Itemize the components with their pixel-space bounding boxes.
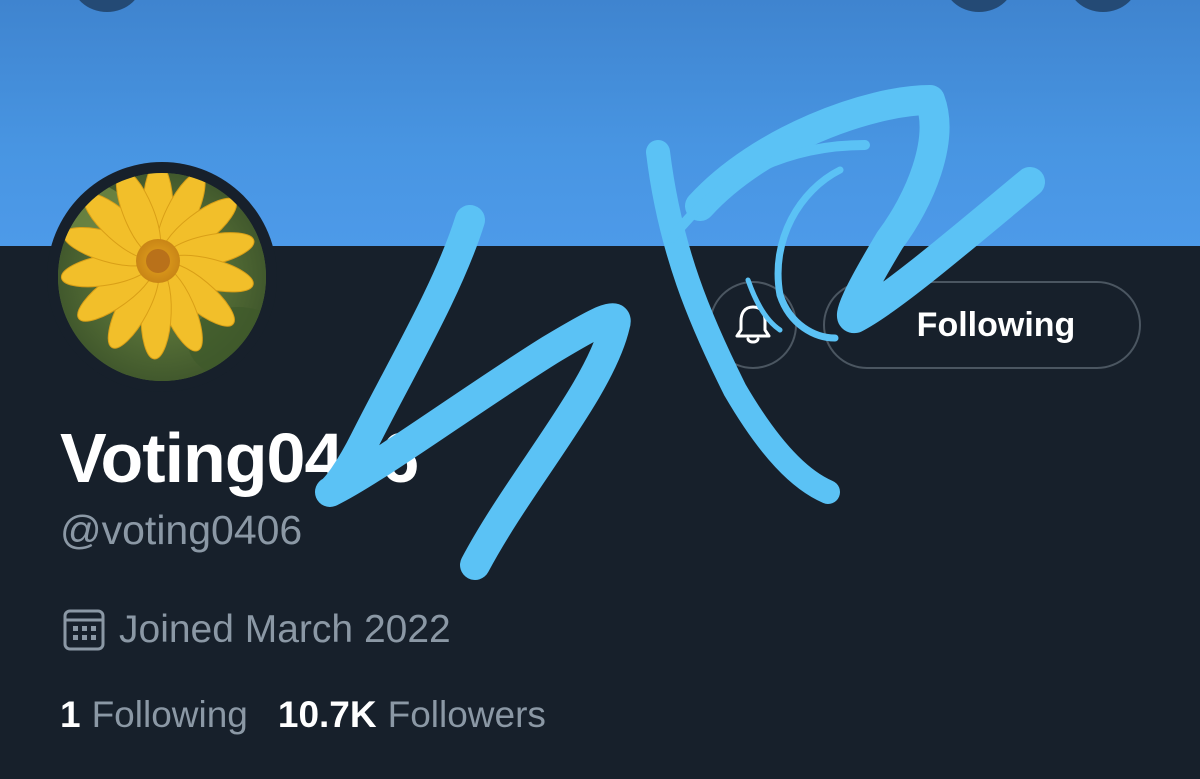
followers-label: Followers bbox=[387, 694, 546, 735]
notifications-button[interactable] bbox=[709, 281, 797, 369]
following-button[interactable]: Following bbox=[823, 281, 1141, 369]
calendar-icon bbox=[63, 609, 105, 651]
following-button-label: Following bbox=[916, 305, 1076, 344]
more-button[interactable] bbox=[1067, 0, 1139, 12]
bell-icon bbox=[735, 305, 771, 344]
display-name: Voting0406 bbox=[60, 419, 419, 497]
avatar[interactable] bbox=[58, 173, 266, 381]
following-stat[interactable]: 1 Following bbox=[60, 694, 248, 736]
joined-date-row: Joined March 2022 bbox=[62, 604, 451, 656]
followers-count: 10.7K bbox=[277, 694, 377, 735]
avatar-frame bbox=[47, 162, 277, 392]
search-button[interactable] bbox=[943, 0, 1015, 12]
back-button[interactable] bbox=[71, 0, 143, 12]
username-handle: @voting0406 bbox=[60, 507, 303, 553]
profile-screen: Following Voting0406 @voting0406 Joined … bbox=[0, 0, 1200, 779]
following-label: Following bbox=[91, 694, 248, 735]
yellow-flower-photo bbox=[58, 173, 266, 381]
follow-stats: 1 Following 10.7K Followers bbox=[60, 694, 546, 744]
following-count: 1 bbox=[60, 694, 81, 735]
followers-stat[interactable]: 10.7K Followers bbox=[278, 694, 546, 736]
joined-date: Joined March 2022 bbox=[119, 608, 451, 651]
